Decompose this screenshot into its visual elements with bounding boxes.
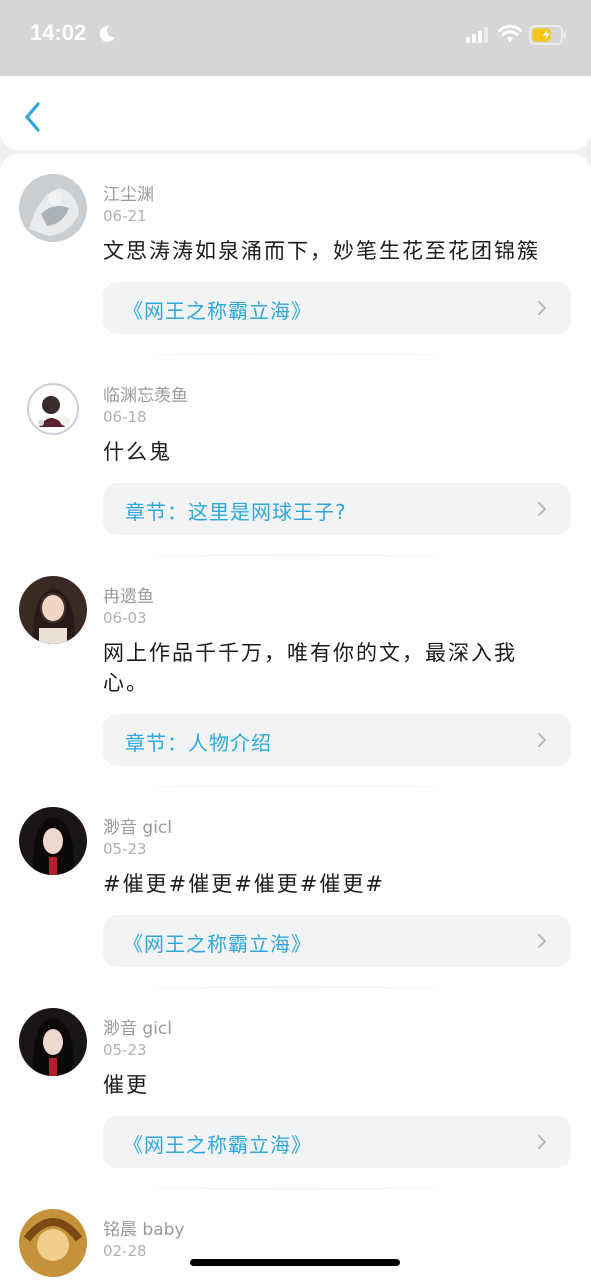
chapter-link-card[interactable]: 章节：这里是网球王子? <box>103 483 571 535</box>
avatar[interactable] <box>19 1008 87 1076</box>
comment-item: 渺音 gicl 05-23 #催更#催更#催更#催更# 《网王之称霸立海》 <box>0 787 591 988</box>
chapter-link-text: 章节：人物介绍 <box>125 731 272 755</box>
comment-text: 文思涛涛如泉涌而下，妙笔生花至花团锦簇 <box>103 239 540 263</box>
back-button[interactable] <box>18 100 48 134</box>
chapter-link-text: 章节：这里是网球王子? <box>125 500 347 524</box>
book-link-text: 《网王之称霸立海》 <box>123 299 312 323</box>
status-bar: 14:02 <box>0 0 591 76</box>
avatar[interactable] <box>19 375 87 443</box>
username[interactable]: 渺音 gicl <box>103 807 571 839</box>
comment-text: #催更#催更#催更#催更# <box>103 872 385 896</box>
username[interactable]: 江尘渊 <box>103 174 571 206</box>
book-link-text: 《网王之称霸立海》 <box>123 932 312 956</box>
comment-item: 渺音 gicl 05-23 催更 《网王之称霸立海》 <box>0 988 591 1189</box>
nav-bar <box>0 76 591 150</box>
comment-date: 06-18 <box>103 408 147 426</box>
comment-date: 06-21 <box>103 207 147 225</box>
comment-text: 什么鬼 <box>103 440 172 464</box>
comment-date: 05-23 <box>103 840 147 858</box>
chevron-right-icon <box>538 733 547 747</box>
wifi-icon <box>498 24 522 42</box>
comment-item: 临渊忘羡鱼 06-18 什么鬼 章节：这里是网球王子? <box>0 355 591 556</box>
comment-item: 江尘渊 06-21 文思涛涛如泉涌而下，妙笔生花至花团锦簇 《网王之称霸立海》 <box>0 154 591 355</box>
home-indicator[interactable] <box>190 1259 400 1266</box>
comment-item: 铭晨 baby 02-28 <box>0 1189 591 1277</box>
username[interactable]: 渺音 gicl <box>103 1008 571 1040</box>
chapter-link-card[interactable]: 章节：人物介绍 <box>103 714 571 766</box>
chevron-right-icon <box>538 301 547 315</box>
comment-text: 网上作品千千万，唯有你的文，最深入我心。 <box>103 641 517 695</box>
signal-icon <box>466 27 488 43</box>
chevron-right-icon <box>538 502 547 516</box>
username[interactable]: 冉遗鱼 <box>103 576 571 608</box>
battery-icon <box>529 25 566 45</box>
avatar[interactable] <box>19 807 87 875</box>
status-time: 14:02 <box>30 20 87 45</box>
username[interactable]: 临渊忘羡鱼 <box>103 375 571 407</box>
book-link-card[interactable]: 《网王之称霸立海》 <box>103 915 571 967</box>
comment-date: 06-03 <box>103 609 147 627</box>
comment-text: 催更 <box>103 1073 149 1097</box>
avatar[interactable] <box>19 174 87 242</box>
username[interactable]: 铭晨 baby <box>103 1209 571 1241</box>
chevron-right-icon <box>538 934 547 948</box>
moon-icon <box>99 25 115 42</box>
avatar[interactable] <box>19 1209 87 1277</box>
comment-item: 冉遗鱼 06-03 网上作品千千万，唯有你的文，最深入我心。 章节：人物介绍 <box>0 556 591 787</box>
book-link-card[interactable]: 《网王之称霸立海》 <box>103 1116 571 1168</box>
avatar[interactable] <box>19 576 87 644</box>
chevron-right-icon <box>538 1135 547 1149</box>
book-link-text: 《网王之称霸立海》 <box>123 1133 312 1157</box>
comment-feed[interactable]: 江尘渊 06-21 文思涛涛如泉涌而下，妙笔生花至花团锦簇 《网王之称霸立海》 … <box>0 154 591 1280</box>
book-link-card[interactable]: 《网王之称霸立海》 <box>103 282 571 334</box>
comment-date: 02-28 <box>103 1242 147 1260</box>
comment-date: 05-23 <box>103 1041 147 1059</box>
